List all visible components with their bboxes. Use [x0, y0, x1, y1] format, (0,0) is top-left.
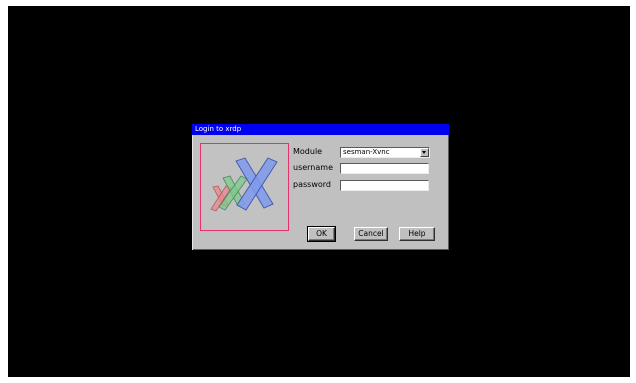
- chevron-down-icon: [422, 151, 426, 154]
- password-input[interactable]: [340, 180, 429, 191]
- cancel-button[interactable]: Cancel: [354, 227, 388, 241]
- password-label: password: [293, 180, 331, 189]
- help-button[interactable]: Help: [399, 227, 435, 241]
- username-input[interactable]: [340, 163, 429, 174]
- remote-desktop-background: Login to xrdp Module sesman-Xvnc usernam…: [8, 6, 630, 377]
- dialog-titlebar[interactable]: Login to xrdp: [192, 124, 449, 135]
- dialog-title: Login to xrdp: [195, 125, 242, 133]
- xrdp-x-logo-icon: [210, 157, 278, 212]
- module-selected-value: sesman-Xvnc: [343, 148, 390, 156]
- username-label: username: [293, 163, 333, 172]
- module-label: Module: [293, 147, 323, 156]
- login-dialog: Login to xrdp Module sesman-Xvnc usernam…: [192, 124, 449, 250]
- module-dropdown-button[interactable]: [420, 148, 429, 157]
- module-select[interactable]: sesman-Xvnc: [340, 147, 430, 158]
- xrdp-logo-panel: [200, 143, 289, 231]
- ok-button[interactable]: OK: [307, 226, 336, 242]
